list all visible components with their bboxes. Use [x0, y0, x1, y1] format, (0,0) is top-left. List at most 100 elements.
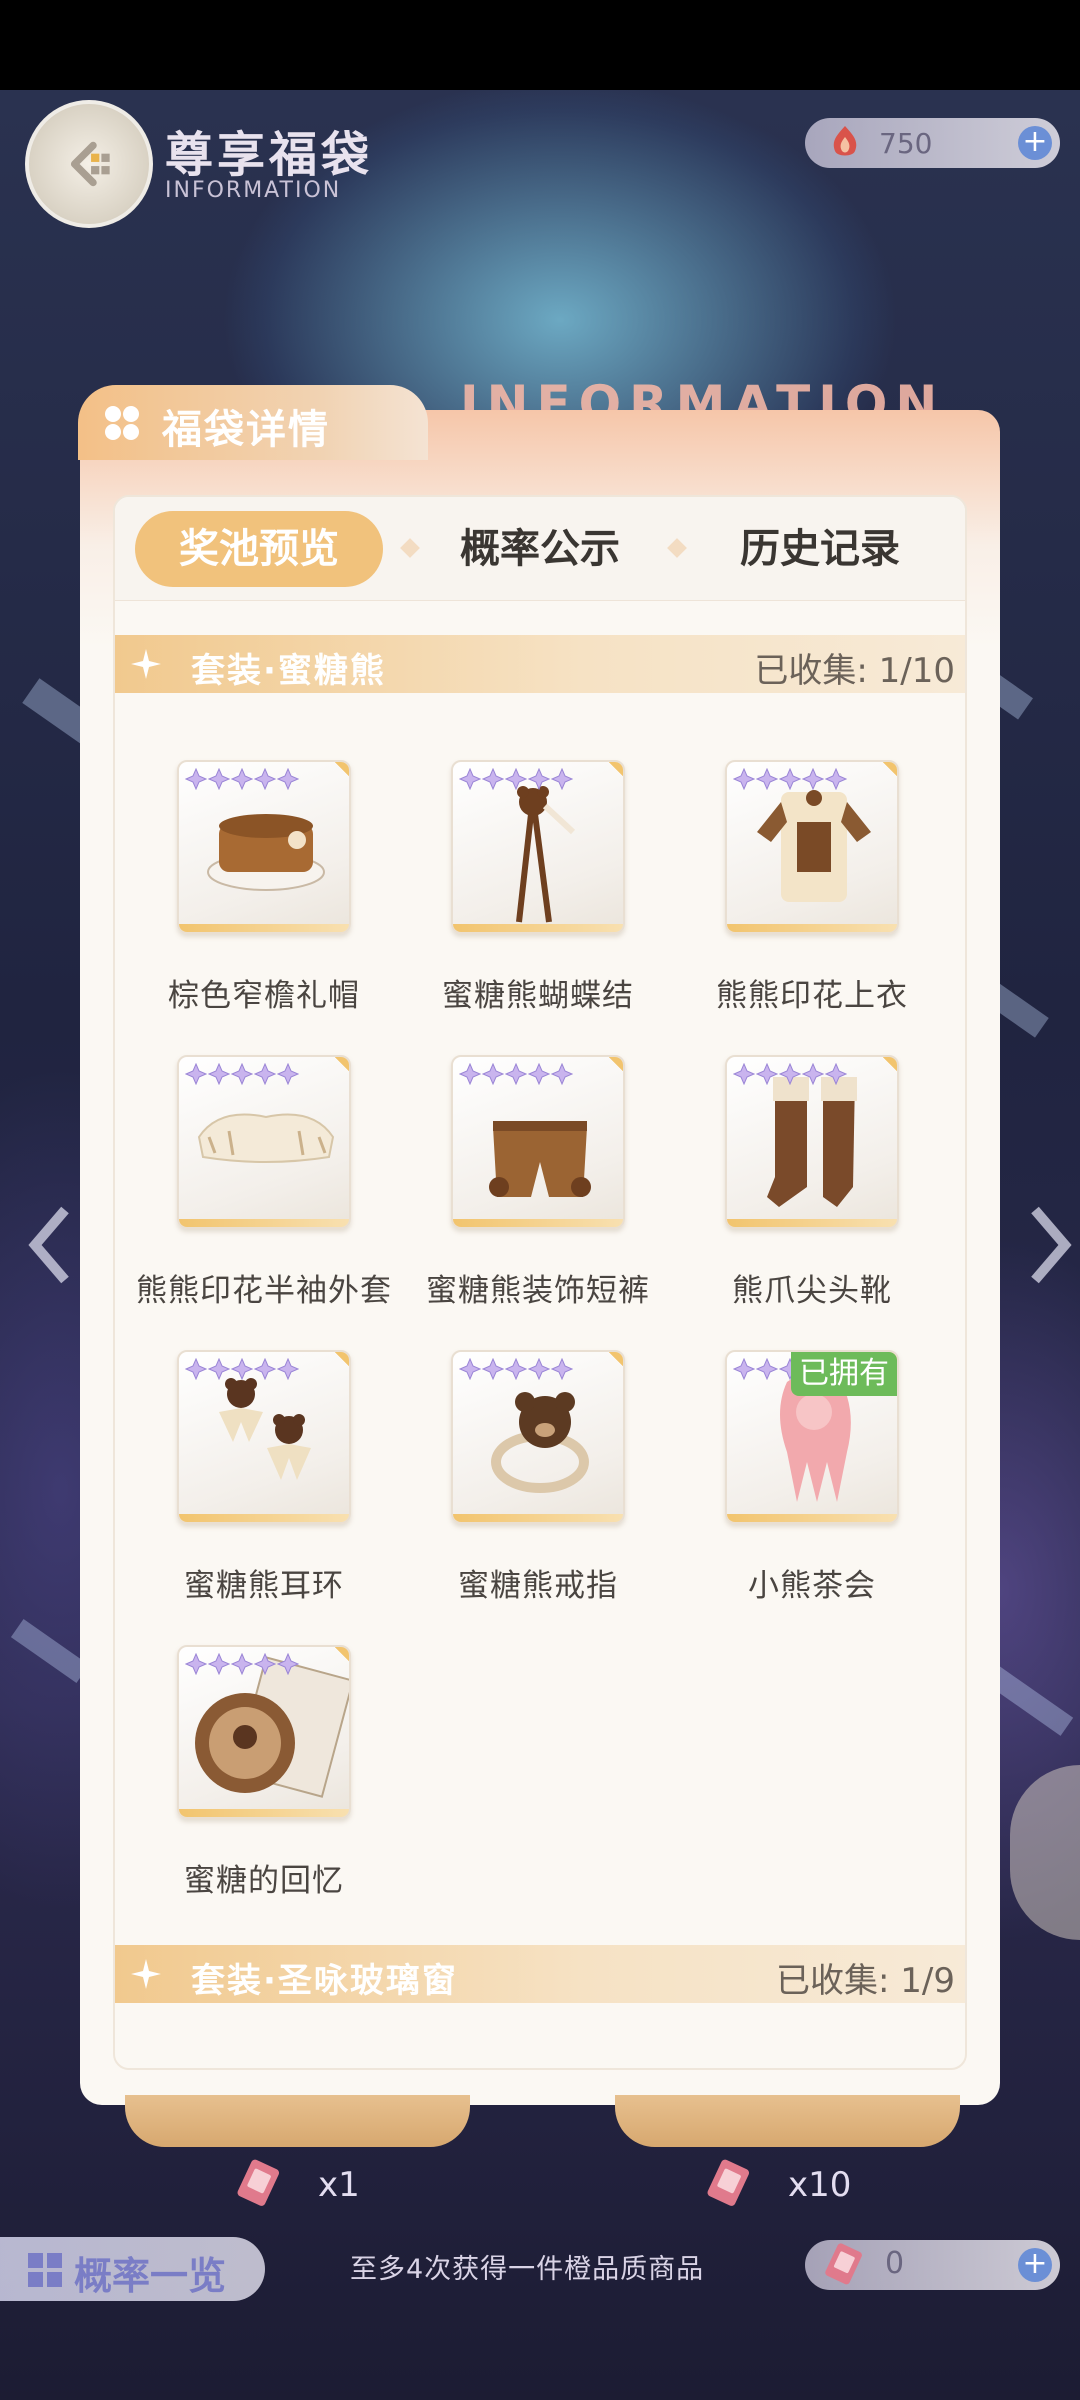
back-arrow-icon [70, 141, 110, 187]
draw-ten-button[interactable] [615, 2095, 960, 2147]
star-icon [253, 1062, 277, 1086]
tab-separator [667, 538, 687, 558]
star-icon [504, 767, 528, 791]
item-card[interactable] [177, 1055, 351, 1229]
item-card[interactable] [725, 760, 899, 934]
star-icon [276, 1062, 300, 1086]
sparkle-icon [131, 649, 161, 679]
card-strip [179, 1809, 349, 1817]
grid-icon [28, 2253, 62, 2287]
star-icon [184, 767, 208, 791]
item-name: 熊熊印花半袖外套 [136, 1273, 392, 1309]
item-name: 熊爪尖头靴 [732, 1273, 892, 1309]
rarity-stars [732, 1062, 848, 1087]
rarity-stars [184, 1062, 300, 1087]
tab-history[interactable]: 历史记录 [695, 511, 945, 587]
item-card[interactable] [177, 1645, 351, 1819]
item-card[interactable] [451, 1350, 625, 1524]
item-card[interactable] [451, 1055, 625, 1229]
section-header-honey-bear: 套装·蜜糖熊 已收集: 1/10 [115, 635, 965, 693]
draw-ten-cost: x10 [788, 2165, 852, 2205]
page-subtitle: INFORMATION [165, 178, 342, 203]
reward-item[interactable]: 熊爪尖头靴 [663, 1055, 903, 1325]
star-icon [458, 1357, 482, 1381]
item-card[interactable] [725, 1055, 899, 1229]
currency-value: 750 [879, 126, 933, 160]
ticket-count: 0 [885, 2246, 905, 2281]
star-icon [481, 767, 505, 791]
tab-prize-pool-preview[interactable]: 奖池预览 [135, 511, 383, 587]
star-icon [824, 767, 848, 791]
add-currency-button[interactable]: + [1018, 126, 1052, 160]
panel-title: 福袋详情 [162, 407, 330, 453]
add-ticket-button[interactable]: + [1018, 2248, 1052, 2282]
item-name: 棕色窄檐礼帽 [168, 978, 360, 1014]
reward-item[interactable]: 已拥有小熊茶会 [663, 1350, 903, 1620]
star-icon [253, 767, 277, 791]
star-icon [550, 767, 574, 791]
item-name: 熊熊印花上衣 [716, 978, 908, 1014]
card-strip [179, 1219, 349, 1227]
reward-item[interactable]: 棕色窄檐礼帽 [115, 760, 359, 1030]
reward-item[interactable]: 蜜糖熊戒指 [389, 1350, 629, 1620]
star-icon [184, 1652, 208, 1676]
star-icon [732, 1062, 756, 1086]
star-icon [801, 1062, 825, 1086]
star-icon [207, 767, 231, 791]
page-title: 尊享福袋 [165, 127, 374, 183]
star-icon [230, 1062, 254, 1086]
grid-icon [105, 406, 139, 440]
star-icon [253, 1357, 277, 1381]
rarity-stars [458, 1357, 574, 1382]
previous-arrow-icon[interactable] [25, 1200, 75, 1290]
reward-item[interactable]: 熊熊印花上衣 [663, 760, 907, 1030]
owned-badge: 已拥有 [791, 1352, 897, 1396]
rarity-stars [184, 1357, 300, 1382]
collected-count: 已收集: 1/10 [754, 651, 955, 691]
item-name: 蜜糖熊戒指 [458, 1568, 618, 1604]
next-arrow-icon[interactable] [1025, 1200, 1075, 1290]
item-name: 小熊茶会 [748, 1568, 876, 1604]
status-bar [0, 0, 1080, 90]
draw-once-button[interactable] [125, 2095, 470, 2147]
star-icon [527, 1062, 551, 1086]
star-icon [527, 1357, 551, 1381]
panel-title-tab: 福袋详情 [78, 385, 428, 460]
star-icon [801, 767, 825, 791]
guarantee-notice: 至多4次获得一件橙品质商品 [350, 2254, 705, 2285]
ticket-icon [707, 2159, 750, 2206]
tab-probability[interactable]: 概率公示 [415, 511, 665, 587]
reward-item[interactable]: 蜜糖熊蝴蝶结 [389, 760, 633, 1030]
item-name: 蜜糖熊装饰短裤 [426, 1273, 650, 1309]
reward-item[interactable]: 蜜糖的回忆 [115, 1645, 355, 1915]
star-icon [458, 1062, 482, 1086]
item-card[interactable] [177, 760, 351, 934]
star-icon [732, 1357, 756, 1381]
rarity-stars [458, 1062, 574, 1087]
item-card[interactable]: 已拥有 [725, 1350, 899, 1524]
card-strip [179, 924, 349, 932]
item-card[interactable] [177, 1350, 351, 1524]
probability-overview-label: 概率一览 [74, 2254, 227, 2298]
star-icon [755, 1357, 779, 1381]
item-name: 蜜糖熊耳环 [184, 1568, 344, 1604]
probability-overview-button[interactable]: 概率一览 [0, 2237, 265, 2301]
item-name: 蜜糖的回忆 [184, 1863, 344, 1899]
back-button[interactable] [25, 100, 153, 228]
star-icon [481, 1062, 505, 1086]
star-icon [230, 767, 254, 791]
collected-count: 已收集: 1/9 [776, 1961, 955, 2001]
star-icon [207, 1357, 231, 1381]
section-name: 套装·圣咏玻璃窗 [191, 1961, 458, 2001]
star-icon [230, 1357, 254, 1381]
sparkle-icon [131, 1959, 161, 1989]
reward-item[interactable]: 熊熊印花半袖外套 [115, 1055, 391, 1325]
reward-item[interactable]: 蜜糖熊耳环 [115, 1350, 355, 1620]
rarity-stars [184, 767, 300, 792]
star-icon [755, 1062, 779, 1086]
flame-gem-icon [833, 126, 857, 156]
item-card[interactable] [451, 760, 625, 934]
star-icon [778, 767, 802, 791]
card-strip [727, 924, 897, 932]
reward-item[interactable]: 蜜糖熊装饰短裤 [389, 1055, 649, 1325]
